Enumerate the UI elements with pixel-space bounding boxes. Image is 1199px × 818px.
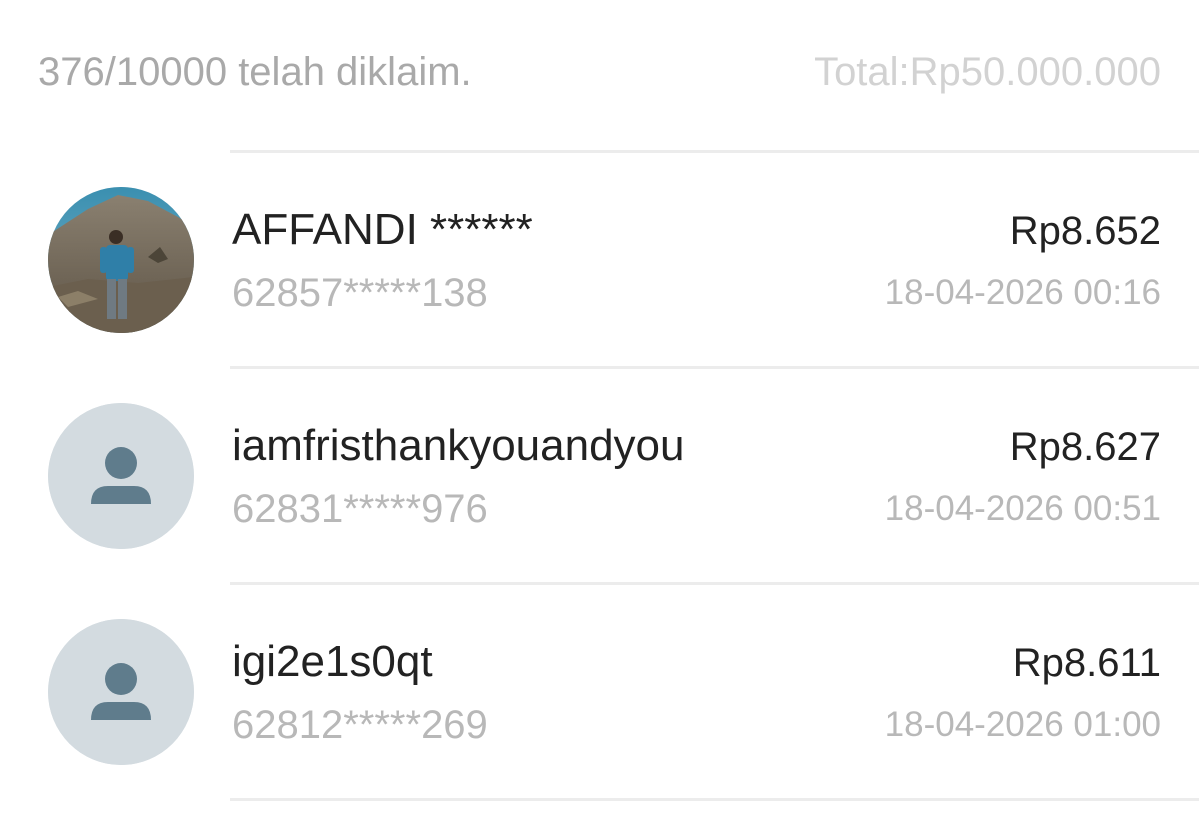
avatar — [48, 619, 194, 765]
claimer-phone: 62857*****138 — [232, 271, 488, 315]
avatar — [48, 403, 194, 549]
claim-time: 18-04-2026 00:51 — [884, 489, 1161, 528]
divider — [230, 798, 1199, 801]
claim-list-page: 376/10000 telah diklaim. Total:Rp50.000.… — [0, 0, 1199, 818]
claimer-phone: 62831*****976 — [232, 487, 488, 531]
default-person-icon — [48, 403, 194, 549]
default-person-icon — [48, 619, 194, 765]
claimed-count: 376/10000 telah diklaim. — [38, 50, 472, 94]
claim-amount: Rp8.652 — [1009, 209, 1161, 253]
list-item: iamfristhankyouandyou 62831*****976 Rp8.… — [0, 369, 1199, 585]
list-item: igi2e1s0qt 62812*****269 Rp8.611 18-04-2… — [0, 585, 1199, 801]
claim-time: 18-04-2026 00:16 — [884, 273, 1161, 312]
avatar-photo-icon — [48, 187, 194, 333]
claim-amount: Rp8.627 — [1009, 425, 1161, 469]
claim-amount: Rp8.611 — [1012, 641, 1161, 685]
claimer-name: AFFANDI ****** — [232, 205, 533, 254]
claimer-name: igi2e1s0qt — [232, 637, 433, 686]
avatar — [48, 187, 194, 333]
list-item: AFFANDI ****** 62857*****138 Rp8.652 18-… — [0, 153, 1199, 369]
claimer-name: iamfristhankyouandyou — [232, 421, 685, 470]
claimer-phone: 62812*****269 — [232, 703, 488, 747]
total-amount: Total:Rp50.000.000 — [814, 50, 1161, 94]
claim-time: 18-04-2026 01:00 — [884, 705, 1161, 744]
claim-summary-header: 376/10000 telah diklaim. Total:Rp50.000.… — [0, 0, 1199, 150]
claim-list: AFFANDI ****** 62857*****138 Rp8.652 18-… — [0, 153, 1199, 801]
